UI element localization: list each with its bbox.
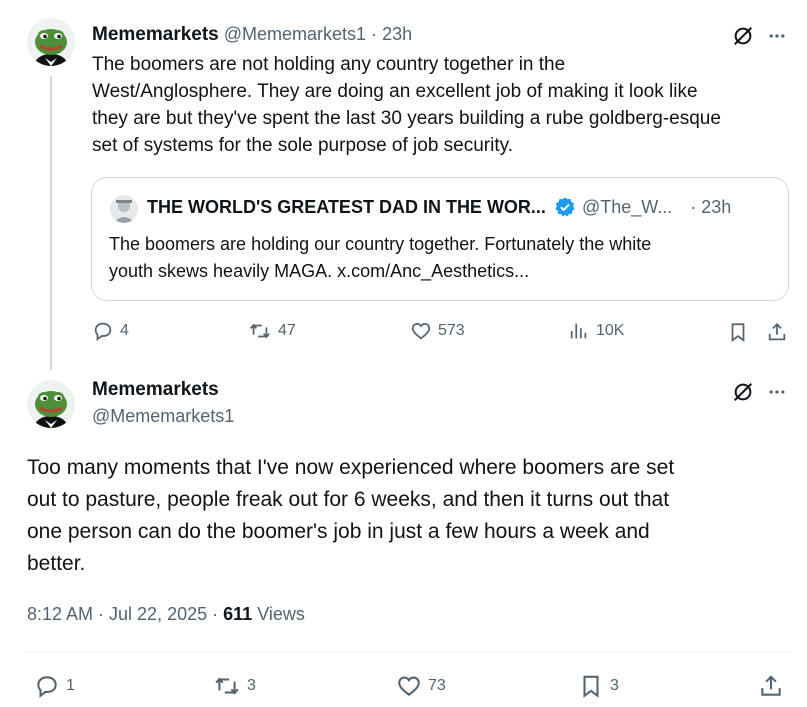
post-text: Too many moments that I've now experienc… — [27, 452, 797, 580]
post-text-line: out to pasture, people freak out for 6 w… — [27, 488, 670, 511]
views-label: Views — [257, 604, 305, 624]
views-count: 10K — [596, 322, 625, 339]
reply-icon — [92, 320, 114, 342]
quoted-author-handle: @The_W... — [581, 196, 673, 217]
post-time[interactable]: 23h — [382, 24, 412, 45]
share-icon[interactable] — [765, 320, 789, 344]
separator-dot: · — [371, 24, 378, 44]
quoted-author-name: THE WORLD'S GREATEST DAD IN THE WOR... — [147, 196, 546, 217]
avatar[interactable] — [27, 380, 75, 428]
heart-icon — [396, 673, 422, 699]
views-chart-icon — [568, 320, 590, 342]
reply-icon — [34, 673, 60, 699]
separator-dot: · — [212, 604, 219, 624]
post-text-line: they are but they've spent the last 30 y… — [92, 108, 721, 129]
bookmark-icon — [578, 673, 604, 699]
author-name[interactable]: Mememarkets — [92, 379, 219, 401]
views-count: 611 — [223, 604, 253, 624]
post-text-line: The boomers are not holding any country … — [92, 54, 566, 75]
grok-icon[interactable] — [731, 380, 755, 404]
like-button[interactable]: 573 — [410, 320, 465, 342]
reply-button[interactable]: 4 — [92, 320, 129, 342]
reply-count: 4 — [120, 322, 129, 339]
quoted-post-text: The boomers are holding our country toge… — [109, 231, 779, 285]
avatar[interactable] — [27, 18, 75, 66]
quoted-text-line: The boomers are holding our country toge… — [109, 234, 652, 254]
repost-count: 3 — [247, 677, 256, 694]
bookmark-count: 3 — [610, 677, 619, 694]
post-timestamp[interactable]: 8:12 AM · Jul 22, 2025 — [27, 604, 207, 624]
quoted-post-time: · 23h — [690, 196, 732, 217]
repost-button[interactable]: 3 — [213, 673, 256, 699]
like-count: 73 — [428, 677, 446, 694]
repost-icon — [213, 673, 241, 699]
repost-count: 47 — [278, 322, 296, 339]
repost-icon — [248, 320, 272, 342]
grok-icon[interactable] — [731, 24, 755, 48]
post-text-line: West/Anglosphere. They are doing an exce… — [92, 81, 698, 102]
post-meta: 8:12 AM · Jul 22, 2025 · 611 Views — [27, 604, 305, 625]
heart-icon — [410, 320, 432, 342]
post-text-line: Too many moments that I've now experienc… — [27, 456, 675, 479]
more-dots-icon[interactable] — [765, 24, 789, 48]
like-count: 573 — [438, 322, 465, 339]
share-icon[interactable] — [758, 673, 784, 699]
views-button[interactable]: 10K — [568, 320, 624, 342]
post-text-line: better. — [27, 552, 86, 575]
bookmark-icon[interactable] — [726, 320, 750, 344]
more-dots-icon[interactable] — [765, 380, 789, 404]
post-text-line: set of systems for the sole purpose of j… — [92, 135, 514, 156]
author-handle[interactable]: @Mememarkets1 — [224, 24, 366, 45]
post-text: The boomers are not holding any country … — [92, 51, 792, 159]
post-text-line: one person can do the boomer's job in ju… — [27, 520, 650, 543]
quoted-avatar — [110, 195, 138, 223]
repost-button[interactable]: 47 — [248, 320, 296, 342]
verified-badge-icon — [554, 196, 576, 218]
like-button[interactable]: 73 — [396, 673, 446, 699]
divider — [26, 651, 790, 652]
reply-button[interactable]: 1 — [34, 673, 75, 699]
quoted-text-line: youth skews heavily MAGA. x.com/Anc_Aest… — [109, 261, 530, 281]
bookmark-button[interactable]: 3 — [578, 673, 619, 699]
author-handle[interactable]: @Mememarkets1 — [92, 406, 234, 427]
thread-line — [50, 76, 52, 370]
reply-count: 1 — [66, 677, 75, 694]
author-name[interactable]: Mememarkets — [92, 24, 219, 46]
quoted-post-card[interactable]: THE WORLD'S GREATEST DAD IN THE WOR... @… — [91, 177, 789, 301]
